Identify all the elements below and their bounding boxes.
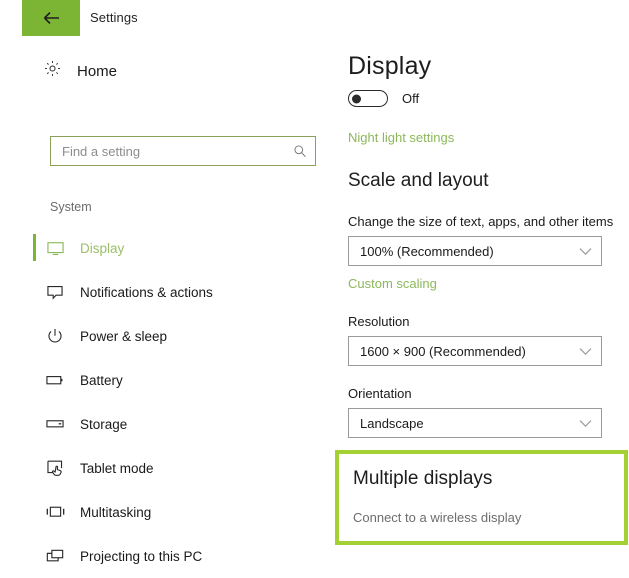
power-icon xyxy=(44,328,66,344)
resolution-dropdown[interactable]: 1600 × 900 (Recommended) xyxy=(348,336,602,366)
arrow-left-icon xyxy=(43,11,60,25)
sidebar-item-storage-label: Storage xyxy=(80,416,128,432)
sidebar-item-power-sleep[interactable]: Power & sleep xyxy=(0,314,336,358)
chevron-down-icon xyxy=(579,247,592,256)
storage-icon xyxy=(44,419,66,429)
resolution-field-label: Resolution xyxy=(348,314,410,329)
sidebar-item-notifications[interactable]: Notifications & actions xyxy=(0,270,336,314)
search-box[interactable] xyxy=(50,136,316,166)
night-light-settings-link[interactable]: Night light settings xyxy=(348,130,454,145)
toggle-state-label: Off xyxy=(402,91,420,106)
battery-icon xyxy=(44,374,66,386)
size-field-label: Change the size of text, apps, and other… xyxy=(348,214,614,229)
monitor-icon xyxy=(44,241,66,256)
chevron-down-icon xyxy=(579,419,592,428)
sidebar-nav: Display Notifications & actions Power & … xyxy=(0,226,336,578)
chevron-down-icon xyxy=(579,347,592,356)
custom-scaling-link[interactable]: Custom scaling xyxy=(348,276,437,291)
back-button[interactable] xyxy=(22,0,80,36)
sidebar-item-display[interactable]: Display xyxy=(0,226,336,270)
sidebar-item-home-label: Home xyxy=(77,62,118,80)
sidebar-group-label: System xyxy=(50,200,92,214)
search-icon[interactable] xyxy=(293,144,307,158)
sidebar-item-tablet-mode-label: Tablet mode xyxy=(80,460,154,476)
sidebar-item-projecting-label: Projecting to this PC xyxy=(80,548,203,564)
toggle-switch[interactable] xyxy=(348,90,388,107)
sidebar-item-storage[interactable]: Storage xyxy=(0,402,336,446)
sidebar-item-multitasking[interactable]: Multitasking xyxy=(0,490,336,534)
page-title: Display xyxy=(348,52,432,80)
wireless-display-link[interactable]: Connect to a wireless display xyxy=(353,510,521,525)
sidebar: Home System Display xyxy=(0,38,336,564)
multitasking-icon xyxy=(44,506,66,518)
toggle-knob xyxy=(352,94,361,103)
night-light-toggle[interactable]: Off xyxy=(348,90,419,107)
sidebar-item-tablet-mode[interactable]: Tablet mode xyxy=(0,446,336,490)
scale-layout-heading: Scale and layout xyxy=(348,170,489,191)
sidebar-item-power-sleep-label: Power & sleep xyxy=(80,328,168,344)
sidebar-item-battery-label: Battery xyxy=(80,372,123,388)
tablet-mode-icon xyxy=(44,460,66,476)
content-pane: Display Off Night light settings Scale a… xyxy=(335,38,629,545)
orientation-dropdown[interactable]: Landscape xyxy=(348,408,602,438)
scale-dropdown-value: 100% (Recommended) xyxy=(360,243,494,259)
sidebar-item-projecting[interactable]: Projecting to this PC xyxy=(0,534,336,578)
multiple-displays-heading: Multiple displays xyxy=(353,468,493,489)
selection-indicator xyxy=(33,234,36,261)
gear-icon xyxy=(44,60,61,82)
sidebar-item-notifications-label: Notifications & actions xyxy=(80,284,213,300)
title-bar: Settings xyxy=(0,0,629,38)
app-title: Settings xyxy=(90,10,138,25)
sidebar-item-battery[interactable]: Battery xyxy=(0,358,336,402)
sidebar-item-multitasking-label: Multitasking xyxy=(80,504,152,520)
sidebar-item-display-label: Display xyxy=(80,240,125,256)
search-input[interactable] xyxy=(62,143,293,159)
multiple-displays-highlight: Multiple displays Connect to a wireless … xyxy=(335,450,628,545)
orientation-field-label: Orientation xyxy=(348,386,412,401)
notification-icon xyxy=(44,285,66,300)
scale-dropdown[interactable]: 100% (Recommended) xyxy=(348,236,602,266)
projecting-icon xyxy=(44,549,66,564)
resolution-dropdown-value: 1600 × 900 (Recommended) xyxy=(360,343,526,359)
orientation-dropdown-value: Landscape xyxy=(360,415,424,431)
sidebar-item-home[interactable]: Home xyxy=(44,58,117,84)
